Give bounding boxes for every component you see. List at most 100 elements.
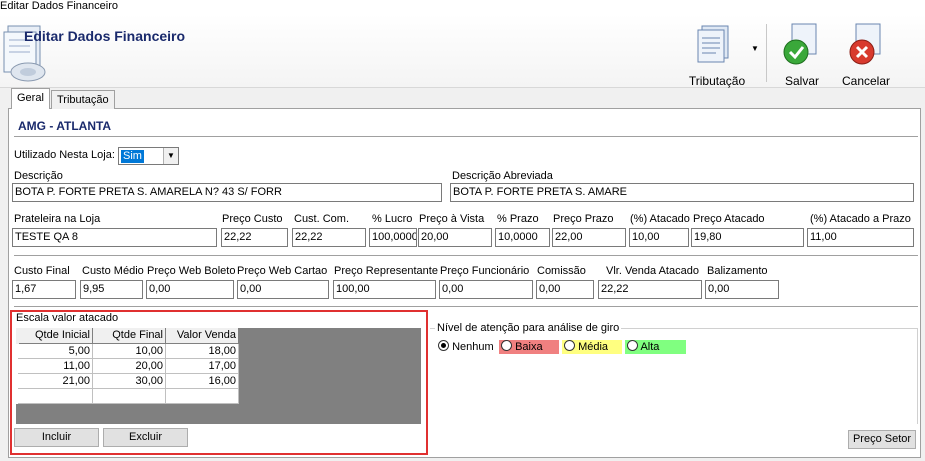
- preco-web-boleto-label: Preço Web Boleto: [147, 265, 236, 277]
- table-cell[interactable]: 10,00: [92, 343, 166, 359]
- nivel-option-alta[interactable]: Alta: [625, 340, 686, 354]
- preco-custo-label: Preço Custo: [222, 213, 283, 225]
- preco-atacado-input[interactable]: 19,80: [691, 228, 804, 247]
- table-cell[interactable]: [92, 388, 166, 404]
- nivel-option-baixa[interactable]: Baixa: [499, 340, 559, 354]
- salvar-label: Salvar: [784, 74, 819, 88]
- preco-representante-label: Preço Representante: [334, 265, 438, 277]
- table-row[interactable]: 21,00 30,00 16,00: [17, 373, 239, 389]
- atacado-pct-label: (%) Atacado: [630, 213, 690, 225]
- divider: [14, 306, 918, 308]
- preco-prazo-input[interactable]: 22,00: [552, 228, 626, 247]
- lucro-label: % Lucro: [372, 213, 413, 225]
- table-cell[interactable]: [165, 388, 239, 404]
- incluir-label: Incluir: [41, 431, 72, 443]
- custo-final-label: Custo Final: [14, 265, 70, 277]
- tributacao-icon: [697, 25, 729, 63]
- nivel-option-label: Nenhum: [452, 341, 494, 353]
- preco-web-cartao-input[interactable]: 0,00: [237, 280, 329, 299]
- nivel-option-label: Baixa: [515, 341, 543, 353]
- tab-geral[interactable]: Geral: [11, 88, 50, 109]
- vlr-venda-atacado-label: Vlr. Venda Atacado: [606, 265, 699, 277]
- table-cell[interactable]: 21,00: [17, 373, 93, 389]
- incluir-button[interactable]: Incluir: [14, 428, 99, 447]
- preco-prazo-label: Preço Prazo: [553, 213, 614, 225]
- cust-com-label: Cust. Com.: [294, 213, 350, 225]
- descricao-input[interactable]: BOTA P. FORTE PRETA S. AMARELA N? 43 S/ …: [12, 183, 442, 202]
- utilizado-value: Sim: [121, 150, 144, 163]
- radio-icon: [627, 340, 638, 351]
- descricao-label: Descrição: [14, 170, 63, 182]
- balizamento-input[interactable]: 0,00: [705, 280, 779, 299]
- custo-medio-input[interactable]: 9,95: [80, 280, 143, 299]
- escala-table[interactable]: Qtde Inicial Qtde Final Valor Venda 5,00…: [16, 328, 239, 404]
- nivel-option-media[interactable]: Média: [562, 340, 622, 354]
- toolbar-separator: [766, 24, 767, 82]
- preco-funcionario-input[interactable]: 0,00: [439, 280, 533, 299]
- nivel-option-nenhum[interactable]: Nenhum: [436, 340, 496, 354]
- window-title: Editar Dados Financeiro: [0, 0, 925, 14]
- atacado-pct-input[interactable]: 10,00: [629, 228, 689, 247]
- excluir-button[interactable]: Excluir: [103, 428, 188, 447]
- vlr-venda-atacado-input[interactable]: 22,22: [598, 280, 702, 299]
- preco-funcionario-label: Preço Funcionário: [440, 265, 530, 277]
- cancelar-button[interactable]: Cancelar: [836, 20, 896, 88]
- excluir-label: Excluir: [128, 431, 162, 443]
- preco-vista-input[interactable]: 20,00: [418, 228, 492, 247]
- utilizado-select[interactable]: Sim ▼: [118, 147, 179, 165]
- radio-icon: [564, 340, 575, 351]
- table-cell[interactable]: 5,00: [17, 343, 93, 359]
- table-cell[interactable]: 11,00: [17, 358, 93, 374]
- descricao-abreviada-input[interactable]: BOTA P. FORTE PRETA S. AMARE: [450, 183, 914, 202]
- utilizado-label: Utilizado Nesta Loja:: [14, 149, 115, 161]
- nivel-option-label: Média: [578, 341, 609, 353]
- nivel-title: Nível de atenção para análise de giro: [435, 322, 622, 334]
- table-cell[interactable]: [17, 388, 93, 404]
- preco-representante-input[interactable]: 100,00: [333, 280, 436, 299]
- chevron-down-icon: ▼: [163, 148, 178, 164]
- tributacao-button[interactable]: Tributação: [684, 20, 750, 88]
- preco-atacado-label: Preço Atacado: [693, 213, 765, 225]
- table-row[interactable]: 5,00 10,00 18,00: [17, 343, 239, 359]
- escala-grid[interactable]: Qtde Inicial Qtde Final Valor Venda 5,00…: [16, 328, 421, 424]
- table-row[interactable]: 11,00 20,00 17,00: [17, 358, 239, 374]
- store-name: AMG - ATLANTA: [18, 119, 112, 133]
- lucro-input[interactable]: 100,0000: [369, 228, 417, 247]
- preco-web-boleto-input[interactable]: 0,00: [146, 280, 234, 299]
- divider: [14, 255, 918, 257]
- column-header[interactable]: Valor Venda: [165, 328, 239, 344]
- prateleira-input[interactable]: TESTE QA 8: [12, 228, 217, 247]
- page-title: Editar Dados Financeiro: [24, 28, 186, 44]
- atacado-prazo-input[interactable]: 11,00: [807, 228, 914, 247]
- table-cell[interactable]: 18,00: [165, 343, 239, 359]
- check-icon: [783, 23, 817, 65]
- column-header[interactable]: Qtde Inicial: [16, 328, 93, 344]
- prateleira-label: Prateleira na Loja: [14, 213, 101, 225]
- table-cell[interactable]: 30,00: [92, 373, 166, 389]
- descricao-abreviada-label: Descrição Abreviada: [452, 170, 553, 182]
- custo-medio-label: Custo Médio: [82, 265, 144, 277]
- comissao-input[interactable]: 0,00: [536, 280, 594, 299]
- preco-setor-label: Preço Setor: [852, 433, 912, 445]
- cancelar-label: Cancelar: [841, 74, 891, 88]
- escala-title: Escala valor atacado: [16, 312, 119, 324]
- tab-tributacao[interactable]: Tributação: [51, 90, 115, 109]
- preco-vista-label: Preço à Vista: [419, 213, 485, 225]
- column-header[interactable]: Qtde Final: [92, 328, 166, 344]
- preco-setor-button[interactable]: Preço Setor: [848, 430, 916, 449]
- preco-custo-input[interactable]: 22,22: [221, 228, 288, 247]
- table-cell[interactable]: 16,00: [165, 373, 239, 389]
- prazo-pct-input[interactable]: 10,0000: [495, 228, 550, 247]
- chevron-down-icon[interactable]: ▼: [751, 44, 759, 53]
- cust-com-input[interactable]: 22,22: [292, 228, 366, 247]
- salvar-button[interactable]: Salvar: [776, 20, 828, 88]
- table-row-empty[interactable]: [17, 388, 239, 404]
- table-cell[interactable]: 20,00: [92, 358, 166, 374]
- radio-icon: [501, 340, 512, 351]
- preco-web-cartao-label: Preço Web Cartao: [237, 265, 328, 277]
- radio-selected-icon: [438, 340, 449, 351]
- custo-final-input[interactable]: 1,67: [12, 280, 76, 299]
- table-cell[interactable]: 17,00: [165, 358, 239, 374]
- divider: [14, 136, 918, 138]
- atacado-prazo-label: (%) Atacado a Prazo: [810, 213, 911, 225]
